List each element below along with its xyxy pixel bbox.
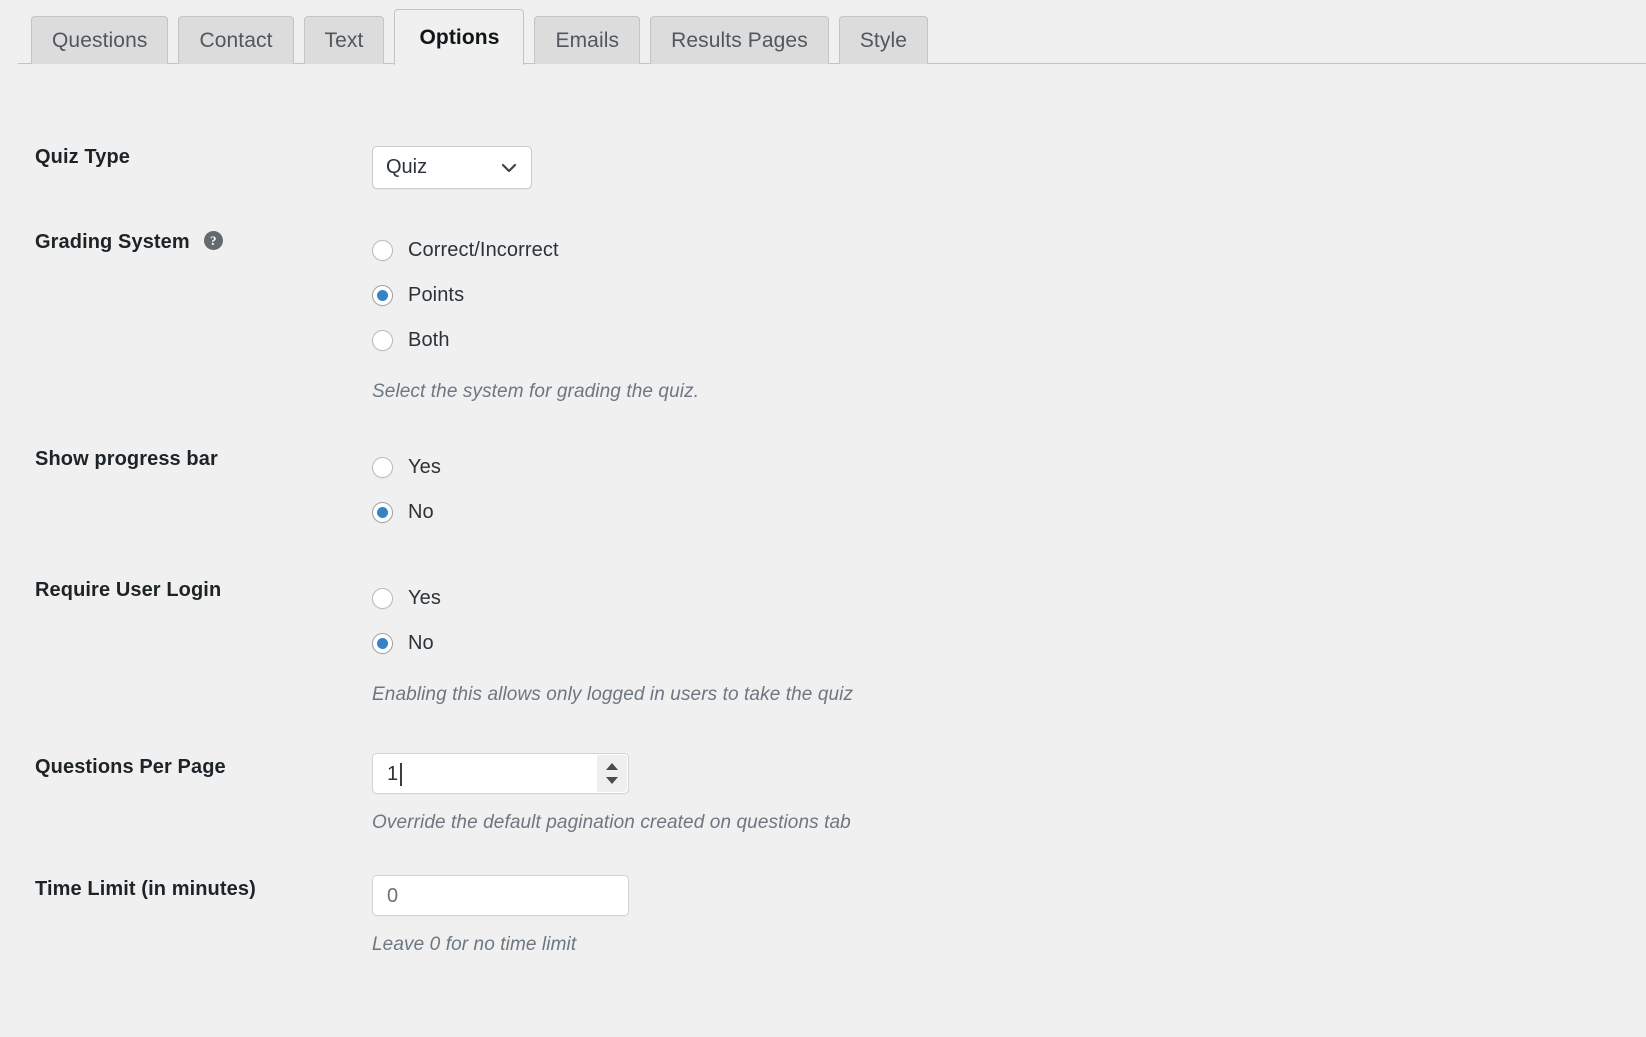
tab-text[interactable]: Text (303, 16, 385, 64)
radio-button-selected[interactable] (372, 502, 393, 523)
time-limit-control: 0 Leave 0 for no time limit (372, 875, 1646, 956)
grading-system-radio-group: Correct/Incorrect Points Both (372, 228, 1646, 363)
show-progress-bar-radio-group: Yes No (372, 445, 1646, 535)
field-grading-system: Grading System ? Correct/Incorrect Point… (35, 228, 1646, 403)
tab-label: Questions (52, 28, 148, 52)
field-time-limit: Time Limit (in minutes) 0 Leave 0 for no… (35, 875, 1646, 956)
radio-button[interactable] (372, 240, 393, 261)
radio-label: Yes (408, 587, 441, 609)
show-progress-bar-control: Yes No (372, 445, 1646, 535)
tab-style[interactable]: Style (838, 16, 928, 64)
label-text: Show progress bar (35, 448, 218, 470)
radio-label: Correct/Incorrect (408, 239, 559, 261)
radio-label: Points (408, 284, 465, 306)
radio-button[interactable] (372, 330, 393, 351)
tab-options[interactable]: Options (394, 9, 525, 65)
field-questions-per-page: Questions Per Page 1 Override the defaul… (35, 753, 1646, 834)
time-limit-label: Time Limit (in minutes) (35, 875, 372, 901)
quiz-type-label: Quiz Type (35, 146, 372, 169)
tab-label: Emails (555, 28, 620, 52)
radio-label: No (408, 501, 434, 523)
time-limit-input[interactable]: 0 (372, 875, 629, 916)
tab-bar: Questions Contact Text Options Emails Re… (0, 0, 1646, 65)
radio-label: Both (408, 329, 450, 351)
field-require-user-login: Require User Login Yes No Enabling this … (35, 576, 1646, 706)
options-form: Quiz Type Quiz Grading System ? Correct/… (0, 64, 1646, 956)
grading-system-hint: Select the system for grading the quiz. (372, 381, 700, 402)
time-limit-hint: Leave 0 for no time limit (372, 934, 577, 955)
label-text: Require User Login (35, 579, 222, 601)
radio-points[interactable]: Points (372, 273, 1646, 318)
quiz-type-select-wrap: Quiz (372, 146, 532, 189)
tab-results-pages[interactable]: Results Pages (650, 16, 829, 64)
radio-label: Yes (408, 456, 441, 478)
require-user-login-hint: Enabling this allows only logged in user… (372, 684, 854, 705)
tab-label: Results Pages (671, 28, 808, 52)
quiz-type-select[interactable]: Quiz (372, 146, 532, 189)
grading-system-label: Grading System ? (35, 228, 372, 254)
tab-label: Options (419, 25, 500, 49)
questions-per-page-hint: Override the default pagination created … (372, 812, 851, 833)
label-text: Questions Per Page (35, 756, 226, 778)
radio-progress-yes[interactable]: Yes (372, 445, 1646, 490)
radio-button[interactable] (372, 588, 393, 609)
radio-login-no[interactable]: No (372, 621, 1646, 666)
radio-button-selected[interactable] (372, 285, 393, 306)
tab-label: Style (859, 28, 907, 52)
tab-label: Contact (199, 28, 273, 52)
radio-button[interactable] (372, 457, 393, 478)
label-text: Quiz Type (35, 146, 130, 168)
show-progress-bar-label: Show progress bar (35, 445, 372, 471)
question-mark-help-icon[interactable]: ? (203, 231, 223, 250)
time-limit-value: 0 (387, 884, 399, 907)
radio-login-yes[interactable]: Yes (372, 576, 1646, 621)
number-spinner[interactable] (597, 755, 627, 792)
tab-emails[interactable]: Emails (534, 16, 641, 64)
quiz-type-control: Quiz (372, 146, 1646, 189)
quiz-type-selected-value: Quiz (386, 156, 428, 178)
radio-both[interactable]: Both (372, 318, 1646, 363)
questions-per-page-value: 1 (387, 762, 399, 785)
grading-system-control: Correct/Incorrect Points Both Select the… (372, 228, 1646, 403)
radio-label: No (408, 632, 434, 654)
triangle-up-icon[interactable] (606, 763, 618, 770)
radio-button-selected[interactable] (372, 633, 393, 654)
require-user-login-control: Yes No Enabling this allows only logged … (372, 576, 1646, 706)
tab-label: Text (324, 28, 364, 52)
questions-per-page-label: Questions Per Page (35, 753, 372, 779)
tab-questions[interactable]: Questions (31, 16, 169, 64)
questions-per-page-input[interactable]: 1 (372, 753, 629, 794)
radio-correct-incorrect[interactable]: Correct/Incorrect (372, 228, 1646, 273)
radio-progress-no[interactable]: No (372, 490, 1646, 535)
triangle-down-icon[interactable] (606, 777, 618, 784)
label-text: Grading System (35, 231, 190, 253)
require-user-login-label: Require User Login (35, 576, 372, 602)
questions-per-page-control: 1 Override the default pagination create… (372, 753, 1646, 834)
tab-contact[interactable]: Contact (178, 16, 294, 64)
text-caret (400, 763, 403, 786)
label-text: Time Limit (in minutes) (35, 878, 256, 900)
field-show-progress-bar: Show progress bar Yes No (35, 445, 1646, 535)
require-user-login-radio-group: Yes No (372, 576, 1646, 666)
field-quiz-type: Quiz Type Quiz (35, 146, 1646, 189)
